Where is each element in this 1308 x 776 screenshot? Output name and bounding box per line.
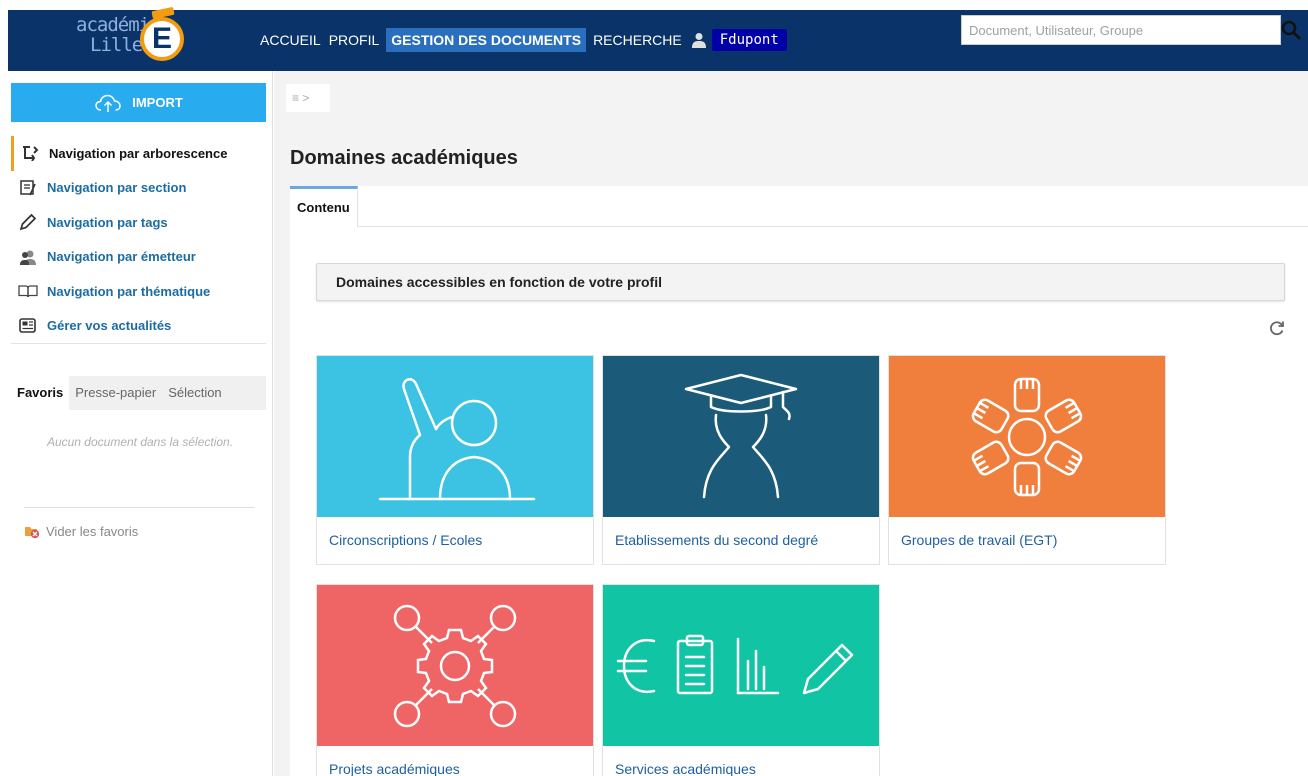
- tab-contenu[interactable]: Contenu: [290, 186, 358, 227]
- tile-image: [317, 356, 593, 517]
- tab-presse-papier[interactable]: Presse-papier: [69, 376, 162, 410]
- import-button[interactable]: IMPORT: [11, 83, 266, 122]
- nav-accueil[interactable]: ACCUEIL: [256, 28, 325, 52]
- tile-image: [317, 585, 593, 746]
- sidebar-item-label: Navigation par tags: [47, 214, 168, 230]
- domain-tile-groupes[interactable]: Groupes de travail (EGT): [888, 355, 1166, 565]
- sender-icon: [18, 248, 38, 266]
- tile-image: [603, 585, 879, 746]
- sidebar-item-label: Navigation par thématique: [47, 283, 211, 299]
- section-icon: [18, 179, 38, 197]
- tab-favoris[interactable]: Favoris: [11, 376, 70, 410]
- domain-tile-etablissements[interactable]: Etablissements du second degré: [602, 355, 880, 565]
- sidebar-item-label: Gérer vos actualités: [47, 318, 172, 334]
- sidebar-nav: Navigation par arborescence Navigation p…: [11, 136, 266, 343]
- search-box: [961, 15, 1281, 45]
- logo-badge: E: [140, 17, 184, 61]
- page-title: Domaines académiques: [290, 147, 518, 169]
- graduate-icon: [684, 373, 798, 498]
- tile-label: Circonscriptions / Ecoles: [329, 532, 483, 548]
- main-content: ≡ > Domaines académiques Contenu Domaine…: [274, 71, 1308, 776]
- user-icon: [691, 33, 706, 48]
- nav-gestion-documents[interactable]: GESTION DES DOCUMENTS: [386, 28, 587, 52]
- user-name: Fdupont: [711, 29, 787, 51]
- sidebar-item-label: Navigation par émetteur: [47, 249, 196, 265]
- user-menu[interactable]: Fdupont: [691, 29, 787, 51]
- cloud-upload-icon: [95, 94, 121, 112]
- news-icon: [18, 317, 38, 335]
- clear-favorites-icon: [25, 527, 40, 539]
- clear-favorites-label: Vider les favoris: [46, 523, 139, 539]
- favorites-divider: [24, 507, 254, 508]
- sidebar-item-tags[interactable]: Navigation par tags: [11, 205, 266, 240]
- teamwork-hands-icon: [971, 377, 1083, 496]
- sidebar-item-actualites[interactable]: Gérer vos actualités: [11, 309, 266, 344]
- sidebar-item-emetteur[interactable]: Navigation par émetteur: [11, 240, 266, 275]
- academy-logo[interactable]: académie Lille E: [76, 10, 186, 71]
- clear-favorites-link[interactable]: Vider les favoris: [24, 523, 138, 539]
- refresh-icon[interactable]: [1268, 319, 1286, 337]
- content-panel: Contenu Domaines accessibles en fonction…: [290, 186, 1308, 776]
- book-icon: [18, 282, 38, 300]
- domain-tile-services[interactable]: Services académiques: [602, 584, 880, 776]
- sidebar: IMPORT Navigation par arborescence Navig…: [0, 71, 273, 776]
- search-button[interactable]: [1277, 15, 1307, 45]
- search-icon: [1281, 20, 1301, 40]
- sidebar-item-thematique[interactable]: Navigation par thématique: [11, 274, 266, 309]
- import-label: IMPORT: [132, 95, 183, 110]
- top-bar: académie Lille E ACCUEIL PROFIL GESTION …: [0, 0, 1308, 71]
- sidebar-item-arborescence[interactable]: Navigation par arborescence: [11, 136, 266, 171]
- tile-label: Groupes de travail (EGT): [901, 532, 1058, 548]
- services-icon: [616, 634, 854, 694]
- domain-tile-circonscriptions[interactable]: Circonscriptions / Ecoles: [316, 355, 594, 565]
- nav-profil[interactable]: PROFIL: [325, 28, 384, 52]
- main-nav: ACCUEIL PROFIL GESTION DES DOCUMENTS REC…: [256, 26, 787, 54]
- sidebar-item-label: Navigation par section: [47, 180, 187, 196]
- favorites-empty-message: Aucun document dans la sélection.: [46, 435, 234, 449]
- nav-recherche[interactable]: RECHERCHE: [589, 28, 686, 52]
- breadcrumb[interactable]: ≡ >: [286, 84, 330, 112]
- tile-label: Projets académiques: [329, 761, 460, 776]
- tile-image: [889, 356, 1165, 517]
- tile-label: Services académiques: [615, 761, 756, 776]
- gear-network-icon: [393, 604, 517, 727]
- domain-tile-projets[interactable]: Projets académiques: [316, 584, 594, 776]
- raised-hand-icon: [378, 377, 536, 500]
- sidebar-divider: [11, 343, 266, 344]
- tile-image: [603, 356, 879, 517]
- tab-bar: Contenu: [290, 186, 1308, 227]
- section-header: Domaines accessibles en fonction de votr…: [316, 263, 1285, 301]
- sidebar-item-label: Navigation par arborescence: [49, 145, 228, 161]
- tag-pencil-icon: [18, 213, 38, 231]
- logo-text-lille: Lille: [90, 34, 143, 56]
- favorites-tabs: Favoris Presse-papier Sélection: [11, 376, 266, 410]
- tile-label: Etablissements du second degré: [615, 532, 819, 548]
- tree-icon: [20, 144, 40, 162]
- sidebar-item-section[interactable]: Navigation par section: [11, 171, 266, 206]
- tab-selection[interactable]: Sélection: [162, 376, 227, 410]
- search-input[interactable]: [962, 16, 1262, 44]
